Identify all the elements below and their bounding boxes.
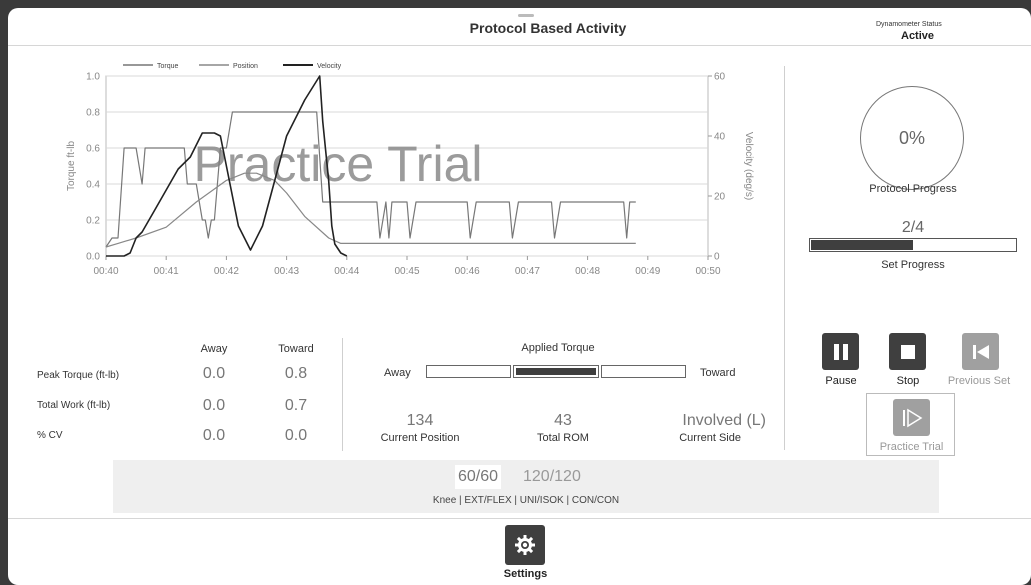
- applied-torque-label: Applied Torque: [521, 342, 595, 354]
- practice-trial-button[interactable]: Practice Trial: [866, 393, 955, 456]
- torque-indicator-away: [426, 365, 511, 378]
- current-position-value: 134: [406, 412, 434, 429]
- x-tick-label: 00:46: [455, 266, 480, 277]
- x-tick-label: 00:41: [154, 266, 179, 277]
- stats-col-away: Away: [200, 343, 228, 355]
- x-tick-label: 00:50: [695, 266, 720, 277]
- protocol-progress-percent: 0%: [898, 127, 925, 148]
- peak-torque-toward: 0.8: [284, 365, 308, 382]
- x-tick-label: 00:45: [394, 266, 419, 277]
- set-progress-bar: [809, 238, 1017, 252]
- previous-set-label: Previous Set: [947, 375, 1011, 387]
- y2-axis-title: Velocity (deg/s): [743, 132, 754, 200]
- pause-icon: [833, 343, 848, 360]
- activity-chart: 0.0 0.2 0.4 0.6 0.8 1.0 0 20 40 60 00:40 00:41 00:42…: [66, 63, 754, 277]
- set-progress-fill: [811, 240, 913, 250]
- y-axis-title: Torque ft-lb: [66, 141, 77, 191]
- practice-trial-icon: [893, 399, 930, 436]
- y-tick-label: 0.4: [86, 180, 100, 191]
- speed-option-selected[interactable]: 60/60: [455, 465, 501, 489]
- protocol-details: Knee | EXT/FLEX | UNI/ISOK | CON/CON: [432, 495, 620, 506]
- dynamometer-status-value: Active: [901, 30, 935, 42]
- total-work-away: 0.0: [202, 397, 226, 414]
- set-count: 2/4: [901, 219, 925, 236]
- settings-label: Settings: [503, 568, 548, 580]
- peak-torque-away: 0.0: [202, 365, 226, 382]
- divider: [342, 338, 343, 451]
- stop-icon: [900, 344, 915, 359]
- settings-button[interactable]: [505, 525, 545, 565]
- x-tick-label: 00:44: [334, 266, 359, 277]
- y-tick-label: 0.6: [86, 144, 100, 155]
- x-tick-label: 00:42: [214, 266, 239, 277]
- torque-indicator-center: [513, 365, 599, 378]
- stop-button[interactable]: [889, 333, 926, 370]
- torque-indicator-toward: [601, 365, 686, 378]
- skip-back-icon: [972, 344, 989, 359]
- legend-label: Torque: [157, 63, 179, 70]
- protocol-progress-label: Protocol Progress: [869, 183, 957, 195]
- protocol-progress-ring: 0%: [860, 86, 964, 190]
- y2-tick-label: 60: [714, 72, 726, 83]
- x-tick-label: 00:40: [93, 266, 118, 277]
- legend-label: Position: [233, 63, 258, 70]
- x-tick-label: 00:43: [274, 266, 299, 277]
- current-side-label: Current Side: [679, 432, 741, 444]
- total-rom-label: Total ROM: [537, 432, 589, 444]
- speed-option[interactable]: 120/120: [523, 465, 581, 489]
- y2-tick-label: 0: [714, 252, 720, 263]
- pause-button[interactable]: [822, 333, 859, 370]
- y-tick-label: 0.2: [86, 216, 100, 227]
- legend-label: Velocity: [317, 63, 342, 70]
- previous-set-button[interactable]: [962, 333, 999, 370]
- divider: [784, 66, 785, 450]
- y-tick-label: 1.0: [86, 72, 100, 83]
- applied-torque-away-label: Away: [384, 367, 411, 379]
- dynamometer-status-label: Dynamometer Status: [876, 21, 942, 28]
- app-window: Protocol Based Activity Dynamometer Stat…: [8, 8, 1031, 585]
- x-tick-label: 00:48: [575, 266, 600, 277]
- current-position-label: Current Position: [380, 432, 460, 444]
- current-side-value: Involved (L): [682, 412, 766, 429]
- stop-label: Stop: [896, 375, 920, 387]
- stats-col-toward: Toward: [278, 343, 314, 355]
- chart-legend: Torque Position Velocity: [123, 63, 342, 70]
- divider: [8, 518, 1031, 519]
- set-progress-label: Set Progress: [881, 259, 945, 271]
- x-tick-label: 00:49: [635, 266, 660, 277]
- total-work-label: Total Work (ft-lb): [37, 400, 111, 411]
- gear-icon: [515, 535, 535, 555]
- total-work-toward: 0.7: [284, 397, 308, 414]
- cv-toward: 0.0: [284, 427, 308, 444]
- top-bar: Protocol Based Activity Dynamometer Stat…: [8, 8, 1031, 46]
- chart-watermark: Practice Trial: [194, 136, 483, 192]
- cv-label: % CV: [37, 430, 63, 441]
- applied-torque-toward-label: Toward: [700, 367, 736, 379]
- practice-trial-label: Practice Trial: [879, 441, 944, 453]
- cv-away: 0.0: [202, 427, 226, 444]
- y2-tick-label: 40: [714, 132, 726, 143]
- y2-tick-label: 20: [714, 192, 726, 203]
- x-tick-label: 00:47: [515, 266, 540, 277]
- peak-torque-label: Peak Torque (ft-lb): [37, 370, 120, 381]
- y-tick-label: 0.8: [86, 108, 100, 119]
- y-tick-label: 0.0: [86, 252, 100, 263]
- total-rom-value: 43: [554, 412, 572, 429]
